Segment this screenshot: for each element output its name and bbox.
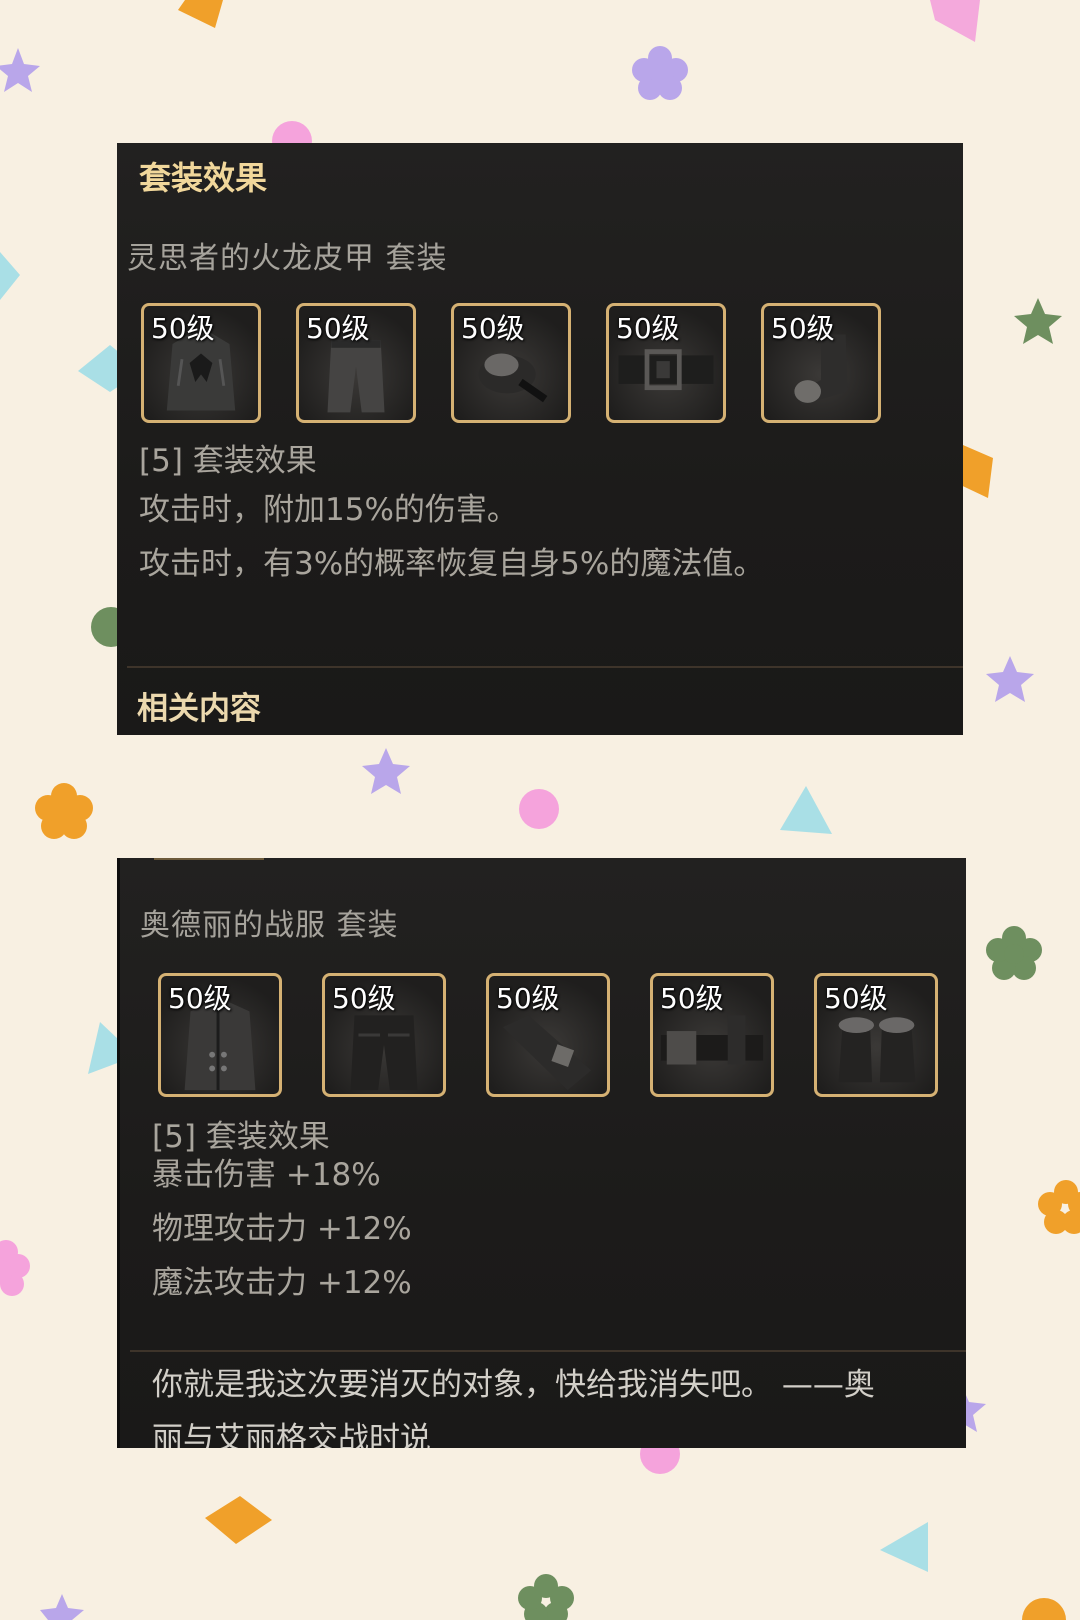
set-bonus-title: [5] 套装效果: [139, 443, 317, 479]
set-item-slot[interactable]: 50级: [296, 303, 416, 423]
item-level-label: 50级: [461, 312, 525, 345]
set-item-slot[interactable]: 50级: [141, 303, 261, 423]
set-item-slot[interactable]: 50级: [158, 973, 282, 1097]
item-level-label: 50级: [771, 312, 835, 345]
green-flower-shape: [518, 1574, 574, 1620]
green-star-shape: [1014, 298, 1062, 344]
pink-triangle-shape: [930, 0, 980, 42]
set-effect-line: 物理攻击力 +12%: [152, 1211, 412, 1247]
set-item-slot[interactable]: 50级: [814, 973, 938, 1097]
set-effect-list: 攻击时，附加15%的伤害。 攻击时，有3%的概率恢复自身5%的魔法值。: [139, 483, 764, 591]
set-item-slot[interactable]: 50级: [322, 973, 446, 1097]
item-level-label: 50级: [824, 982, 888, 1015]
teal-triangle-shape: [880, 1522, 928, 1572]
set-effect-line: 魔法攻击力 +12%: [152, 1265, 412, 1301]
pink-circle-shape: [519, 789, 559, 829]
orange-flower-shape: [35, 783, 93, 839]
set-effect-line: 暴击伤害 +18%: [152, 1157, 381, 1193]
orange-diamond-shape: [205, 1496, 272, 1544]
set-item-slot[interactable]: 50级: [606, 303, 726, 423]
set-item-slot[interactable]: 50级: [650, 973, 774, 1097]
item-level-label: 50级: [151, 312, 215, 345]
orange-diamond-shape: [178, 0, 223, 28]
section-divider: [130, 1350, 966, 1352]
set-effect-panel-2: 奥德丽的战服 套装 50级 50级 50级 50级 50级 [5] 套装效果 暴…: [117, 858, 966, 1448]
item-level-label: 50级: [168, 982, 232, 1015]
purple-flower-shape: [632, 46, 688, 100]
orange-circle-shape: [1022, 1598, 1066, 1620]
set-effect-line: 攻击时，有3%的概率恢复自身5%的魔法值。: [139, 546, 765, 582]
purple-star-shape: [986, 656, 1034, 702]
set-name: 灵思者的火龙皮甲 套装: [127, 241, 448, 276]
purple-star-shape: [40, 1594, 84, 1620]
orange-flower-shape: [1038, 1180, 1080, 1234]
set-items-row: 50级 50级 50级 50级 50级: [158, 973, 938, 1097]
section-divider: [127, 666, 963, 668]
set-item-slot[interactable]: 50级: [486, 973, 610, 1097]
item-level-label: 50级: [496, 982, 560, 1015]
set-items-row: 50级 50级 50级 50级 50级: [141, 303, 881, 423]
green-flower-shape: [986, 926, 1042, 980]
set-name: 奥德丽的战服 套装: [140, 908, 399, 943]
teal-triangle-shape: [0, 252, 20, 300]
set-effect-list: 暴击伤害 +18% 物理攻击力 +12% 魔法攻击力 +12%: [152, 1148, 412, 1310]
set-item-slot[interactable]: 50级: [451, 303, 571, 423]
set-item-slot[interactable]: 50级: [761, 303, 881, 423]
set-effect-line: 攻击时，附加15%的伤害。: [139, 492, 518, 528]
set-effect-panel-1: 套装效果 灵思者的火龙皮甲 套装 50级 50级 50级 50级 50级 [5]…: [117, 143, 963, 735]
item-quote: 你就是我这次要消灭的对象，快给我消失吧。 ——奥: [152, 1367, 875, 1403]
item-quote-continued: 丽与艾丽格交战时说: [152, 1421, 431, 1448]
pink-flower-shape: [0, 1240, 30, 1296]
cropped-header-remnant: [154, 858, 264, 860]
purple-star-shape: [362, 748, 410, 794]
item-level-label: 50级: [306, 312, 370, 345]
item-level-label: 50级: [660, 982, 724, 1015]
teal-triangle-shape: [780, 786, 832, 834]
set-effect-header: 套装效果: [139, 159, 268, 197]
purple-star-shape: [0, 48, 40, 92]
item-level-label: 50级: [616, 312, 680, 345]
item-level-label: 50级: [332, 982, 396, 1015]
related-content-header[interactable]: 相关内容: [137, 683, 261, 728]
